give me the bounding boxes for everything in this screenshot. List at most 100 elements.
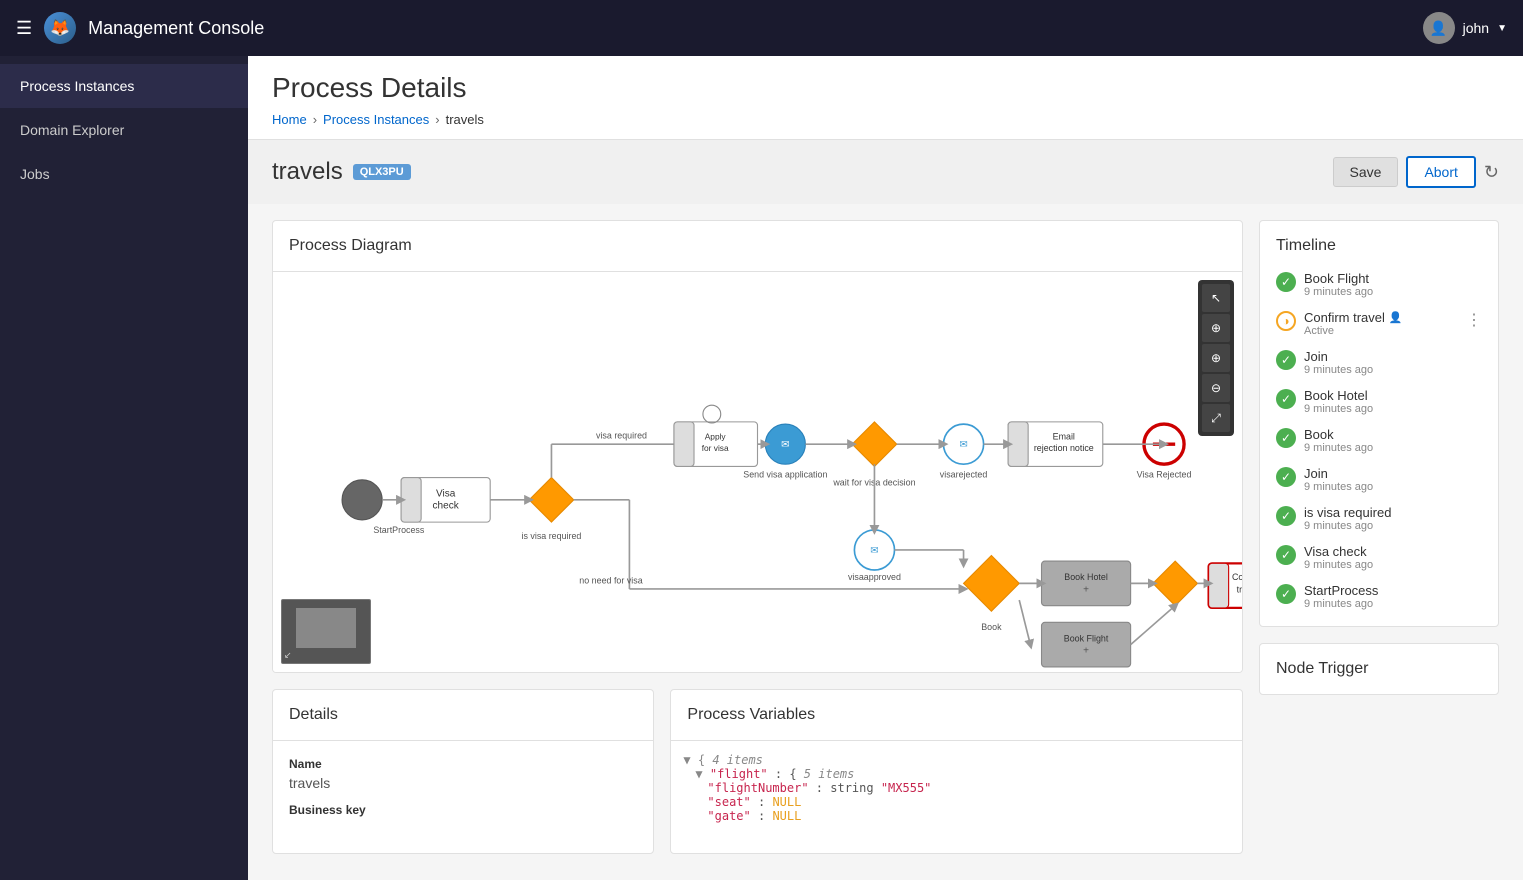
timeline-title: Timeline (1260, 221, 1498, 271)
timeline-item-visa-required: ✓ is visa required 9 minutes ago (1276, 505, 1482, 532)
minimap: ↙ (281, 599, 371, 664)
timeline-item-join-2: ✓ Join 9 minutes ago (1276, 466, 1482, 493)
user-dropdown-arrow[interactable]: ▼ (1497, 23, 1507, 34)
process-badge: QLX3PU (353, 164, 411, 180)
timeline-name-confirm-travel: Confirm travel 👤 (1304, 310, 1458, 325)
topbar-left: ☰ 🦊 Management Console (16, 12, 264, 44)
breadcrumb-process-instances[interactable]: Process Instances (323, 112, 429, 127)
timeline-item-confirm-travel: ◑ Confirm travel 👤 Active ⋮ (1276, 310, 1482, 337)
timeline-item-book-hotel: ✓ Book Hotel 9 minutes ago (1276, 388, 1482, 415)
breadcrumb: Home › Process Instances › travels (272, 112, 1499, 139)
process-title-row: travels QLX3PU (272, 158, 411, 186)
sidebar-item-process-instances[interactable]: Process Instances (0, 64, 248, 108)
timeline-content-join-1: Join 9 minutes ago (1304, 349, 1482, 376)
timeline-content-book-flight: Book Flight 9 minutes ago (1304, 271, 1482, 298)
timeline-content-confirm-travel: Confirm travel 👤 Active (1304, 310, 1458, 337)
page-header: Process Details Home › Process Instances… (248, 56, 1523, 140)
timeline-icon-book: ✓ (1276, 428, 1296, 448)
app-logo: 🦊 (44, 12, 76, 44)
timeline-icon-join-2: ✓ (1276, 467, 1296, 487)
timeline-content-join-2: Join 9 minutes ago (1304, 466, 1482, 493)
timeline-time-start-process: 9 minutes ago (1304, 598, 1482, 610)
toolbar-fit[interactable]: ⤢ (1202, 404, 1230, 432)
page-title: Process Details (272, 72, 1499, 104)
toolbar-select[interactable]: ↖ (1202, 284, 1230, 312)
svg-text:Book Flight: Book Flight (1064, 633, 1109, 643)
avatar: 👤 (1423, 12, 1455, 44)
svg-text:Apply: Apply (705, 432, 727, 442)
svg-text:Send visa application: Send visa application (743, 470, 827, 480)
process-diagram-svg: Visa check StartProcess is visa required (273, 272, 1242, 672)
timeline-status-confirm-travel: Active (1304, 325, 1458, 337)
save-button[interactable]: Save (1333, 157, 1399, 187)
timeline-time-visa-check: 9 minutes ago (1304, 559, 1482, 571)
refresh-button[interactable]: ↻ (1484, 162, 1499, 183)
sidebar: Process Instances Domain Explorer Jobs (0, 56, 248, 880)
svg-text:visarejected: visarejected (940, 470, 988, 480)
svg-text:Book: Book (981, 622, 1002, 632)
timeline-content-visa-required: is visa required 9 minutes ago (1304, 505, 1482, 532)
toolbar-connect[interactable]: ⊕ (1202, 314, 1230, 342)
svg-text:Visa Rejected: Visa Rejected (1137, 470, 1192, 480)
timeline-item-join-1: ✓ Join 9 minutes ago (1276, 349, 1482, 376)
variables-card: Process Variables ▼ { 4 items ▼ "flight"… (670, 689, 1243, 854)
toolbar-zoom-out[interactable]: ⊖ (1202, 374, 1230, 402)
app-title: Management Console (88, 18, 264, 39)
breadcrumb-sep-1: › (313, 112, 317, 127)
timeline-time-book-flight: 9 minutes ago (1304, 286, 1482, 298)
details-name-label: Name (289, 757, 637, 771)
svg-text:✉: ✉ (959, 439, 967, 450)
sidebar-item-jobs[interactable]: Jobs (0, 152, 248, 196)
svg-text:Confirm: Confirm (1232, 572, 1242, 582)
main-grid: Process Diagram Visa check StartProcess (248, 204, 1523, 880)
svg-text:Visa: Visa (436, 489, 456, 500)
details-title: Details (273, 690, 653, 741)
bottom-row: Details Name travels Business key Proces… (272, 689, 1243, 854)
timeline-time-visa-required: 9 minutes ago (1304, 520, 1482, 532)
timeline-icon-confirm-travel: ◑ (1276, 311, 1296, 331)
svg-text:Email: Email (1053, 432, 1075, 442)
breadcrumb-current: travels (446, 112, 484, 127)
left-column: Process Diagram Visa check StartProcess (272, 220, 1243, 864)
timeline-icon-visa-check: ✓ (1276, 545, 1296, 565)
svg-text:rejection notice: rejection notice (1034, 443, 1094, 453)
sidebar-item-domain-explorer[interactable]: Domain Explorer (0, 108, 248, 152)
timeline-more-confirm-travel[interactable]: ⋮ (1466, 310, 1482, 330)
details-card: Details Name travels Business key (272, 689, 654, 854)
svg-text:visa required: visa required (596, 431, 647, 441)
timeline-name-join-1: Join (1304, 349, 1482, 364)
svg-text:+: + (1083, 584, 1089, 595)
topbar: ☰ 🦊 Management Console 👤 john ▼ (0, 0, 1523, 56)
svg-text:for visa: for visa (702, 443, 729, 453)
details-business-key-label: Business key (289, 803, 637, 817)
node-trigger-title: Node Trigger (1276, 660, 1482, 678)
timeline-items: ✓ Book Flight 9 minutes ago ◑ Conf (1260, 271, 1498, 626)
timeline-icon-join-1: ✓ (1276, 350, 1296, 370)
timeline-item-visa-check: ✓ Visa check 9 minutes ago (1276, 544, 1482, 571)
user-name: john (1463, 20, 1489, 36)
timeline-time-book: 9 minutes ago (1304, 442, 1482, 454)
timeline-name-start-process: StartProcess (1304, 583, 1482, 598)
timeline-card: Timeline ✓ Book Flight 9 minutes ago (1259, 220, 1499, 627)
breadcrumb-home[interactable]: Home (272, 112, 307, 127)
svg-text:StartProcess: StartProcess (373, 525, 425, 535)
process-actions: Save Abort ↻ (1333, 156, 1499, 188)
svg-text:+: + (1083, 646, 1089, 657)
svg-text:is visa required: is visa required (521, 531, 581, 541)
var-line-1: ▼ { 4 items (683, 753, 1230, 767)
timeline-time-join-2: 9 minutes ago (1304, 481, 1482, 493)
hamburger-icon[interactable]: ☰ (16, 18, 32, 39)
timeline-content-book-hotel: Book Hotel 9 minutes ago (1304, 388, 1482, 415)
details-content: Name travels Business key (273, 741, 653, 853)
timeline-time-book-hotel: 9 minutes ago (1304, 403, 1482, 415)
diagram-toolbar: ↖ ⊕ ⊕ ⊖ ⤢ (1198, 280, 1234, 436)
diagram-card: Process Diagram Visa check StartProcess (272, 220, 1243, 673)
details-business-key-value (289, 821, 637, 837)
svg-text:✉: ✉ (870, 545, 878, 556)
toolbar-zoom-in[interactable]: ⊕ (1202, 344, 1230, 372)
timeline-icon-visa-required: ✓ (1276, 506, 1296, 526)
timeline-icon-book-hotel: ✓ (1276, 389, 1296, 409)
minimap-inner (296, 608, 356, 648)
abort-button[interactable]: Abort (1406, 156, 1475, 188)
timeline-name-book-flight: Book Flight (1304, 271, 1482, 286)
